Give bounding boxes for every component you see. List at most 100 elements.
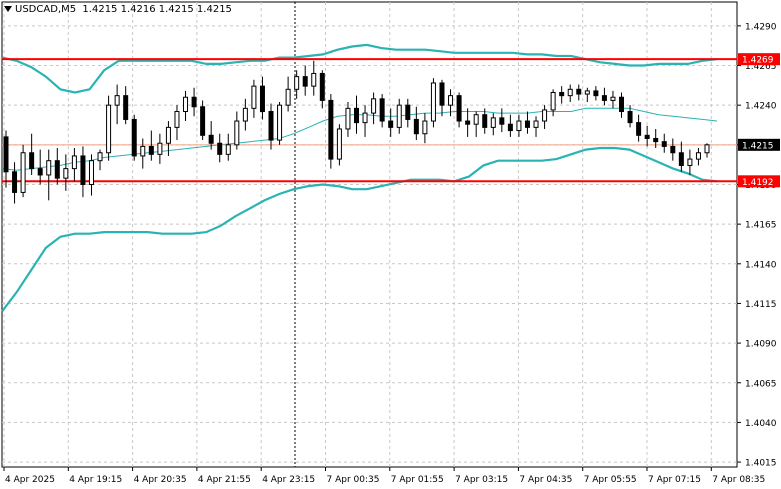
bollinger-lower xyxy=(1,146,718,313)
y-tick-label: 1.4065 xyxy=(745,379,777,389)
candle-body xyxy=(670,145,676,154)
candle-body xyxy=(362,112,368,124)
candle-body xyxy=(106,104,112,154)
candle-body xyxy=(217,142,223,155)
y-tick-label: 1.4015 xyxy=(745,459,777,469)
candle-body xyxy=(345,107,351,130)
x-tick-label: 7 Apr 05:55 xyxy=(584,475,637,485)
bollinger-upper xyxy=(1,43,718,94)
candle-body xyxy=(396,104,402,128)
candle-body xyxy=(259,85,265,113)
x-tick-label: 4 Apr 2025 xyxy=(5,475,55,485)
candle-body xyxy=(695,152,701,160)
y-tick-label: 1.4090 xyxy=(745,340,777,350)
level-price-label: 1.4192 xyxy=(742,178,774,188)
candle-body xyxy=(165,126,171,144)
y-tick-label: 1.4240 xyxy=(745,102,777,112)
dropdown-triangle-icon[interactable] xyxy=(4,6,12,12)
candle-body xyxy=(46,160,52,176)
current-price-label: 1.4215 xyxy=(742,141,774,151)
candle-body xyxy=(456,95,462,122)
candle-body xyxy=(63,168,69,179)
candle-body xyxy=(131,118,137,157)
candle-body xyxy=(371,98,377,114)
candle-body xyxy=(71,155,77,170)
chart-grid xyxy=(1,1,738,468)
candle-body xyxy=(473,114,479,125)
candle-body xyxy=(277,104,283,141)
candle-body xyxy=(405,104,411,120)
x-tick-label: 7 Apr 04:35 xyxy=(519,475,572,485)
x-tick-label: 4 Apr 20:35 xyxy=(134,475,187,485)
candle-body xyxy=(20,152,26,193)
candle-body xyxy=(208,134,214,144)
candle-body xyxy=(448,95,454,106)
x-tick-label: 7 Apr 07:15 xyxy=(648,475,701,485)
candle-body xyxy=(413,118,419,135)
x-tick-label: 4 Apr 23:15 xyxy=(262,475,315,485)
price-chart[interactable]: 1.42901.42651.42401.42151.41901.41651.41… xyxy=(0,0,781,489)
candle-body xyxy=(542,109,548,122)
chart-title: USDCAD,M5 1.4215 1.4216 1.4215 1.4215 xyxy=(4,4,232,15)
candle-body xyxy=(687,158,693,166)
candle-body xyxy=(619,96,625,113)
candle-body xyxy=(678,152,684,166)
ohlc-readout: 1.4215 1.4216 1.4215 1.4215 xyxy=(82,4,232,15)
horizontal-levels xyxy=(2,58,737,183)
candle-body xyxy=(12,171,18,193)
y-tick-label: 1.4115 xyxy=(745,300,777,310)
candle-body xyxy=(285,88,291,106)
y-tick-label: 1.4040 xyxy=(745,419,777,429)
y-tick-label: 1.4290 xyxy=(745,22,777,32)
x-tick-label: 7 Apr 00:35 xyxy=(327,475,380,485)
candle-body xyxy=(234,120,240,146)
candle-body xyxy=(601,95,607,101)
candle-body xyxy=(80,155,86,185)
x-tick-label: 7 Apr 08:35 xyxy=(712,475,765,485)
candle-body xyxy=(422,120,428,135)
candle-body xyxy=(465,120,471,125)
candle-body xyxy=(627,111,633,124)
candle-body xyxy=(37,168,43,176)
candle-body xyxy=(388,120,394,128)
candle-body xyxy=(183,96,189,113)
bollinger-bands xyxy=(1,43,718,313)
candle-body xyxy=(661,141,667,147)
candle-body xyxy=(97,152,103,162)
candle-body xyxy=(516,120,522,132)
candle-body xyxy=(610,96,616,101)
candle-body xyxy=(524,120,530,128)
level-price-label: 1.4269 xyxy=(742,56,774,66)
candle-body xyxy=(3,136,9,173)
time-axis: 4 Apr 2025 4 Apr 19:15 4 Apr 20:35 4 Apr 21… xyxy=(3,467,765,485)
candle-body xyxy=(157,142,163,155)
y-tick-label: 1.4140 xyxy=(745,260,777,270)
candle-body xyxy=(482,114,488,128)
candle-body xyxy=(200,106,206,136)
candle-body xyxy=(704,144,710,154)
candle-body xyxy=(29,152,35,170)
candle-body xyxy=(328,99,334,160)
candle-body xyxy=(88,160,94,185)
candle-body xyxy=(379,98,385,122)
candle-body xyxy=(114,95,120,106)
x-tick-label: 7 Apr 01:55 xyxy=(391,475,444,485)
candle-body xyxy=(319,72,325,101)
candle-body xyxy=(336,128,342,160)
candle-body xyxy=(499,117,505,125)
candle-body xyxy=(567,88,573,97)
candle-body xyxy=(251,85,257,109)
candle-body xyxy=(354,107,359,124)
candle-body xyxy=(559,91,565,97)
candle-body xyxy=(584,90,590,95)
candle-body xyxy=(242,107,248,122)
candle-body xyxy=(191,96,197,108)
candle-body xyxy=(174,111,180,128)
candle-body xyxy=(225,144,231,155)
candle-body xyxy=(439,82,445,106)
plot-frame xyxy=(1,1,738,468)
candle-body xyxy=(576,88,582,95)
x-tick-label: 4 Apr 19:15 xyxy=(69,475,122,485)
candle-body xyxy=(311,72,317,87)
y-tick-label: 1.4165 xyxy=(745,221,777,231)
